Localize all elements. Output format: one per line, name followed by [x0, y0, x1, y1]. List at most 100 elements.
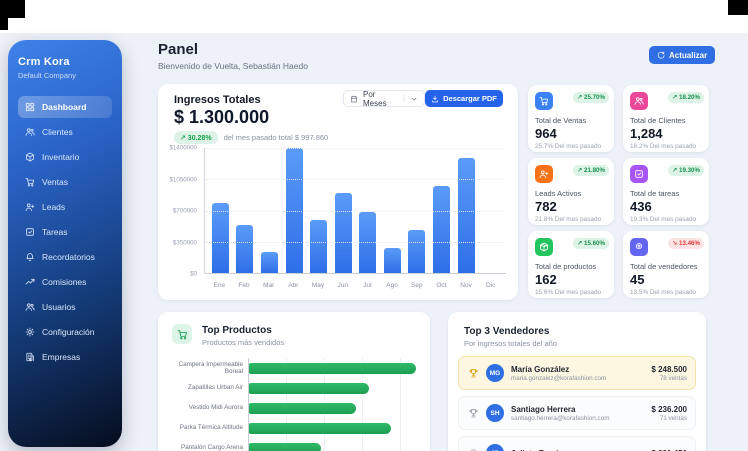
- y-axis-tick: $1400000: [169, 144, 197, 152]
- refresh-button[interactable]: Actualizar: [649, 46, 716, 64]
- bar-jun: [334, 192, 352, 273]
- sidebar-item-recordatorios[interactable]: Recordatorios: [18, 246, 112, 268]
- stats-grid: ↗ 25.70% Total de Ventas 964 25.7% Del mes …: [528, 85, 709, 298]
- product-row: Pantalón Cargo Arena: [168, 438, 416, 451]
- package-icon: [535, 238, 553, 256]
- sidebar-item-dashboard[interactable]: Dashboard: [18, 96, 112, 118]
- product-bar-track: [248, 358, 416, 378]
- users-icon: [25, 127, 35, 137]
- sidebar-item-tareas[interactable]: Tareas: [18, 221, 112, 243]
- stat-value: 436: [630, 199, 652, 214]
- trophy-icon: [467, 408, 479, 419]
- bar-feb: [236, 224, 254, 273]
- seller-email: santiago.herrera@korafashion.com: [511, 414, 610, 422]
- cart-icon: [172, 324, 192, 344]
- sidebar-item-comisiones[interactable]: Comisiones: [18, 271, 112, 293]
- x-axis-tick: Mar: [263, 282, 275, 289]
- product-label: Campera Impermeable Boreal: [178, 360, 243, 375]
- product-bar: [249, 402, 356, 414]
- sidebar-item-label: Dashboard: [42, 102, 87, 112]
- product-bar-track: [248, 438, 416, 451]
- avatar: MG: [486, 364, 504, 382]
- app-logo: Crm Kora: [18, 56, 70, 68]
- sidebar-menu: Dashboard Clientes Inventario Ventas Leads Ta…: [18, 96, 112, 368]
- bar-ene: [211, 203, 229, 273]
- stat-subtext: 25.7% Del mes pasado: [535, 143, 602, 150]
- user-plus-icon: [25, 202, 35, 212]
- product-bar: [249, 442, 321, 451]
- calendar-icon: [350, 95, 358, 103]
- seller-amount: $ 236.200: [651, 404, 687, 414]
- stat-trend-badge: ↘ 13.46%: [668, 238, 704, 249]
- avatar: SH: [486, 404, 504, 422]
- bar-oct: [432, 185, 450, 273]
- stat-value: 162: [535, 272, 557, 287]
- stat-label: Total de productos: [535, 262, 597, 271]
- product-row: Campera Impermeable Boreal: [168, 358, 416, 378]
- product-row: Vestido Midi Aurora: [168, 398, 416, 418]
- seller-figures: $ 248.500 78 ventas: [651, 365, 687, 382]
- x-axis-tick: Sep: [410, 282, 423, 289]
- top-products-card: Top Productos Productos más vendidos Cam…: [158, 312, 430, 451]
- x-axis-tick: Jun: [337, 282, 348, 289]
- refresh-icon: [657, 51, 665, 59]
- product-row: Zapatillas Urban Air: [168, 378, 416, 398]
- product-bar-track: [248, 378, 416, 398]
- revenue-trend-badge: ↗ 30.28%: [174, 131, 218, 144]
- chart-plot-area: [204, 148, 506, 274]
- stat-label: Leads Activos: [535, 189, 582, 198]
- product-bar-track: [248, 418, 416, 438]
- page-header: Panel Bienvenido de Vuelta, Sebastián Ha…: [158, 41, 308, 71]
- cart-icon: [535, 92, 553, 110]
- stat-value: 45: [630, 272, 645, 287]
- sidebar-item-inventario[interactable]: Inventario: [18, 146, 112, 168]
- period-select[interactable]: Por Meses |: [343, 90, 425, 108]
- sidebar-item-usuarios[interactable]: Usuarios: [18, 296, 112, 318]
- stat-subtext: 18.2% Del mes pasado: [630, 143, 697, 150]
- seller-info: Santiago Herrera santiago.herrera@korafas…: [511, 405, 609, 422]
- stat-card-total-de-productos: ↗ 15.60% Total de productos 162 15.6% Del m…: [528, 231, 614, 298]
- top-sellers-subtitle: Por ingresos totales del año: [464, 339, 557, 348]
- sidebar-item-ventas[interactable]: Ventas: [18, 171, 112, 193]
- stat-subtext: 19.3% Del mes pasado: [630, 216, 697, 223]
- chevron-down-icon: [410, 95, 418, 103]
- sidebar-item-label: Tareas: [42, 227, 68, 237]
- sidebar-item-label: Recordatorios: [42, 252, 95, 262]
- stat-card-total-de-tareas: ↗ 19.30% Total de tareas 436 19.3% Del mes …: [623, 158, 709, 225]
- top-sellers-list: MG María González maria.gonzalez@korafashi…: [458, 356, 696, 451]
- stat-trend-badge: ↗ 21.80%: [573, 165, 609, 176]
- download-pdf-button[interactable]: Descargar PDF: [425, 90, 503, 107]
- stat-value: 782: [535, 199, 557, 214]
- screen-corner-artifact: [0, 0, 8, 30]
- check-square-icon: [25, 227, 35, 237]
- sidebar-item-clientes[interactable]: Clientes: [18, 121, 112, 143]
- sidebar-item-configuraci-n[interactable]: Configuración: [18, 321, 112, 343]
- trophy-icon: [467, 368, 479, 379]
- stat-value: 964: [535, 126, 557, 141]
- x-axis-tick: Ene: [213, 282, 226, 289]
- stat-trend-badge: ↗ 15.60%: [573, 238, 609, 249]
- gridline: [205, 210, 506, 212]
- page-title: Panel: [158, 41, 199, 58]
- sidebar-item-label: Clientes: [42, 127, 73, 137]
- sidebar-item-empresas[interactable]: Empresas: [18, 346, 112, 368]
- trending-up-icon: [25, 277, 35, 287]
- medal-icon: [630, 238, 648, 256]
- stat-trend-badge: ↗ 18.20%: [668, 92, 704, 103]
- y-axis-tick: $1050000: [169, 176, 197, 183]
- seller-row-2: SH Santiago Herrera santiago.herrera@koraf…: [458, 396, 696, 430]
- screen-corner-artifact: [728, 0, 748, 15]
- x-axis-tick: Dic: [486, 282, 496, 289]
- top-sellers-title: Top 3 Vendedores: [464, 326, 550, 337]
- sidebar-item-leads[interactable]: Leads: [18, 196, 112, 218]
- product-label: Parka Térmica Altitude: [179, 424, 243, 432]
- stat-trend-badge: ↗ 19.30%: [668, 165, 704, 176]
- revenue-meta: ↗ 30.28% del mes pasado total $ 997.860: [174, 131, 328, 144]
- seller-sales-count: 78 ventas: [659, 374, 687, 382]
- seller-info: María González maria.gonzalez@korafashion…: [511, 365, 606, 382]
- stat-card-leads-activos: ↗ 21.80% Leads Activos 782 21.8% Del mes pa…: [528, 158, 614, 225]
- cube-icon: [25, 152, 35, 162]
- top-products-bar-chart: Campera Impermeable Boreal Zapatillas Urb…: [168, 358, 416, 451]
- stat-subtext: 21.8% Del mes pasado: [535, 216, 602, 223]
- stat-label: Total de Clientes: [630, 116, 686, 125]
